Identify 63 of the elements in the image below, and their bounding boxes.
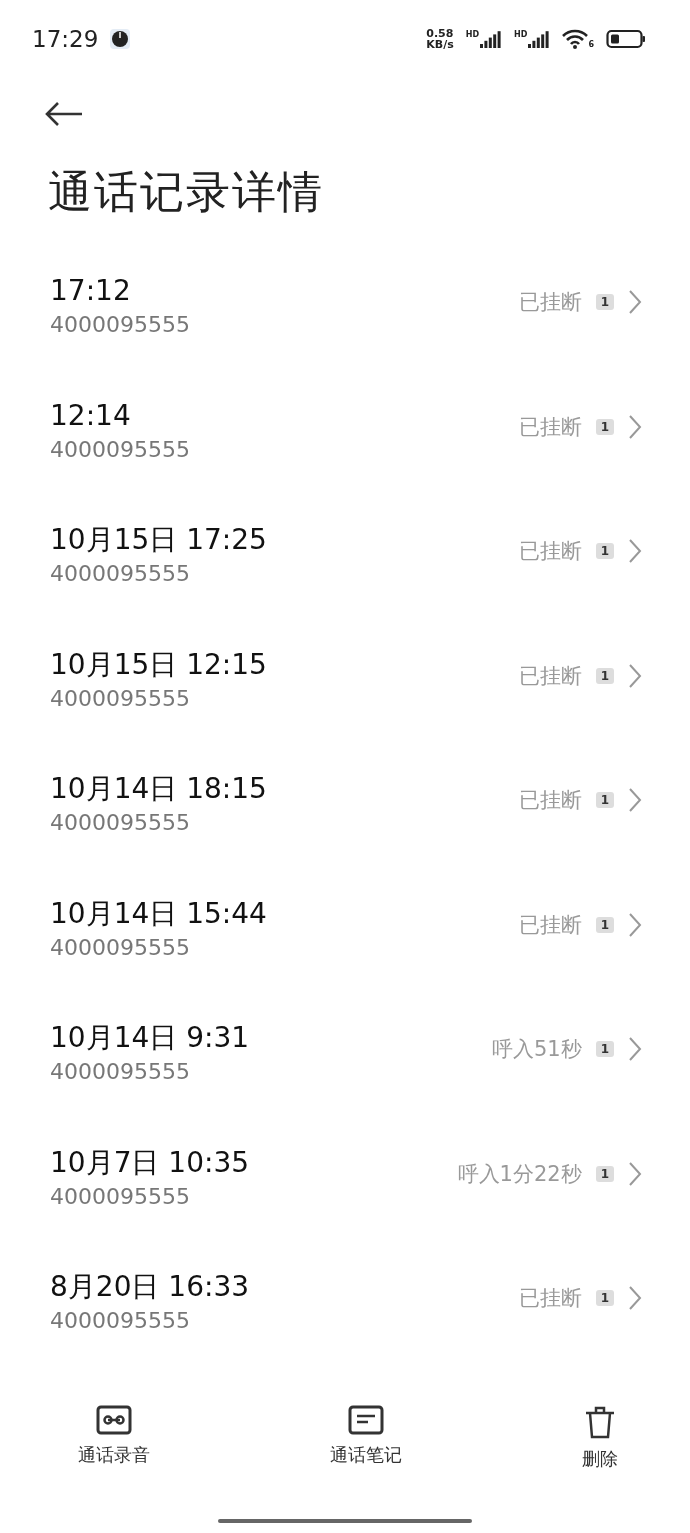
notification-icon xyxy=(110,29,131,50)
call-time: 12:14 xyxy=(50,397,132,434)
signal-icon xyxy=(528,30,551,49)
call-status: 已挂断 xyxy=(518,1285,582,1313)
sim-badge: 1 xyxy=(595,667,614,684)
note-icon xyxy=(348,1404,384,1435)
action-button[interactable]: 通话笔记 xyxy=(330,1404,402,1471)
hd-label: HD xyxy=(465,30,480,40)
call-status: 已挂断 xyxy=(518,413,582,441)
chevron-right-icon[interactable] xyxy=(628,662,642,689)
sim-badge: 1 xyxy=(595,1165,614,1182)
chevron-right-icon[interactable] xyxy=(628,289,642,316)
call-status: 呼入51秒 xyxy=(491,1036,582,1064)
call-time: 10月15日 12:15 xyxy=(50,646,268,683)
sim-badge: 1 xyxy=(595,1041,614,1058)
call-time: 10月14日 15:44 xyxy=(50,895,268,932)
cassette-icon xyxy=(96,1404,132,1435)
phone-number: 4000095555 xyxy=(50,809,191,838)
sim-badge: 1 xyxy=(595,294,614,311)
call-time: 10月7日 10:35 xyxy=(50,1144,251,1181)
sim-badge: 1 xyxy=(595,418,614,435)
phone-number: 4000095555 xyxy=(50,560,191,589)
call-status: 已挂断 xyxy=(518,662,582,690)
page-title: 通话记录详情 xyxy=(48,165,325,220)
call-status: 已挂断 xyxy=(518,787,582,815)
call-status: 呼入1分22秒 xyxy=(457,1160,582,1188)
call-status: 已挂断 xyxy=(518,289,582,317)
call-status: 已挂断 xyxy=(518,911,582,939)
network-speed: 0.58 KB/s xyxy=(426,28,454,51)
hd-label: HD xyxy=(514,30,528,40)
sim-badge: 1 xyxy=(595,543,614,560)
signal-icon xyxy=(480,30,503,49)
battery-icon xyxy=(606,29,646,50)
phone-number: 4000095555 xyxy=(50,1307,191,1336)
call-time: 10月15日 17:25 xyxy=(50,522,268,559)
sim-badge: 1 xyxy=(595,792,614,809)
phone-number: 4000095555 xyxy=(50,684,191,713)
call-time: 17:12 xyxy=(50,273,132,310)
phone-number: 4000095555 xyxy=(50,1058,191,1087)
call-time: 10月14日 18:15 xyxy=(50,771,268,808)
phone-number: 4000095555 xyxy=(50,933,191,962)
chevron-right-icon[interactable] xyxy=(628,1285,642,1312)
clock: 17:29 xyxy=(32,26,99,53)
chevron-right-icon[interactable] xyxy=(628,1160,642,1187)
chevron-right-icon[interactable] xyxy=(628,538,642,565)
chevron-right-icon[interactable] xyxy=(628,413,642,440)
trash-icon xyxy=(583,1404,617,1439)
wifi-standard: 6 xyxy=(588,40,594,50)
phone-number: 4000095555 xyxy=(50,1182,191,1211)
chevron-right-icon[interactable] xyxy=(628,787,642,814)
home-indicator[interactable] xyxy=(218,1518,472,1523)
chevron-right-icon[interactable] xyxy=(628,911,642,938)
sim-badge: 1 xyxy=(595,916,614,933)
wifi-icon xyxy=(562,29,589,50)
action-button[interactable]: 通话录音 xyxy=(78,1404,150,1471)
phone-number: 4000095555 xyxy=(50,311,191,340)
call-time: 10月14日 9:31 xyxy=(50,1020,251,1057)
chevron-right-icon[interactable] xyxy=(628,1036,642,1063)
sim-badge: 1 xyxy=(595,1290,614,1307)
action-button[interactable]: 删除 xyxy=(582,1404,618,1471)
phone-number: 4000095555 xyxy=(50,435,191,464)
call-status: 已挂断 xyxy=(518,538,582,566)
call-time: 8月20日 16:33 xyxy=(50,1269,251,1306)
